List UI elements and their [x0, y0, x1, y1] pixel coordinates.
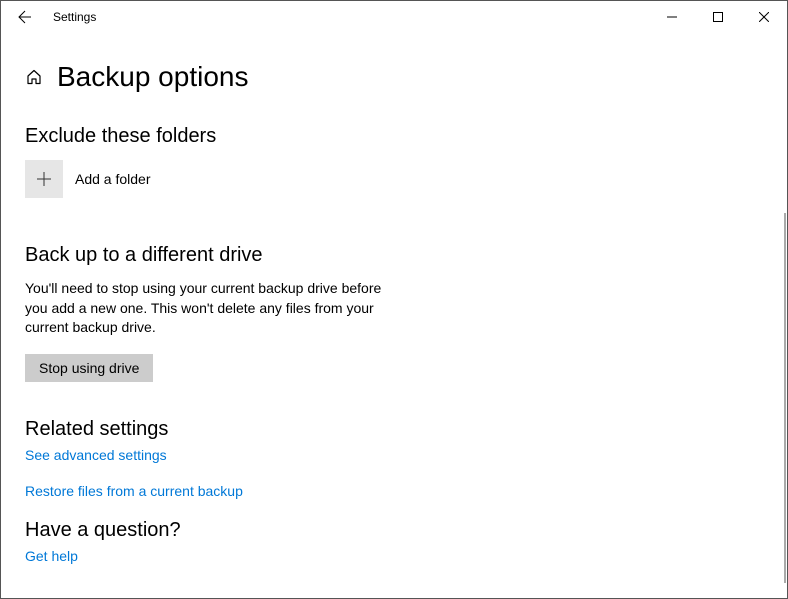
question-heading: Have a question?	[25, 519, 763, 542]
back-arrow-icon	[17, 9, 33, 25]
window-title: Settings	[53, 10, 96, 24]
exclude-heading: Exclude these folders	[25, 125, 763, 148]
minimize-button[interactable]	[649, 1, 695, 33]
page-title: Backup options	[57, 61, 248, 93]
advanced-settings-link[interactable]: See advanced settings	[25, 447, 763, 463]
add-folder-tile[interactable]	[25, 160, 63, 198]
home-icon[interactable]	[25, 68, 43, 86]
drive-heading: Back up to a different drive	[25, 244, 763, 267]
content-area: Backup options Exclude these folders Add…	[1, 33, 787, 564]
maximize-button[interactable]	[695, 1, 741, 33]
different-drive-section: Back up to a different drive You'll need…	[25, 244, 763, 418]
close-button[interactable]	[741, 1, 787, 33]
maximize-icon	[713, 12, 723, 22]
add-folder-row[interactable]: Add a folder	[25, 160, 763, 198]
scrollbar[interactable]	[782, 33, 786, 597]
restore-files-link[interactable]: Restore files from a current backup	[25, 483, 763, 499]
back-button[interactable]	[9, 1, 41, 33]
minimize-icon	[667, 12, 677, 22]
plus-icon	[34, 169, 54, 189]
related-settings-section: Related settings See advanced settings R…	[25, 418, 763, 499]
close-icon	[759, 12, 769, 22]
related-heading: Related settings	[25, 418, 763, 441]
stop-using-drive-button[interactable]: Stop using drive	[25, 354, 153, 382]
add-folder-label: Add a folder	[75, 171, 151, 187]
drive-description: You'll need to stop using your current b…	[25, 279, 405, 338]
get-help-link[interactable]: Get help	[25, 548, 763, 564]
page-header: Backup options	[25, 61, 763, 93]
exclude-folders-section: Exclude these folders Add a folder	[25, 125, 763, 198]
titlebar: Settings	[1, 1, 787, 33]
question-section: Have a question? Get help	[25, 519, 763, 564]
scrollbar-thumb[interactable]	[784, 213, 786, 583]
window-controls	[649, 1, 787, 33]
